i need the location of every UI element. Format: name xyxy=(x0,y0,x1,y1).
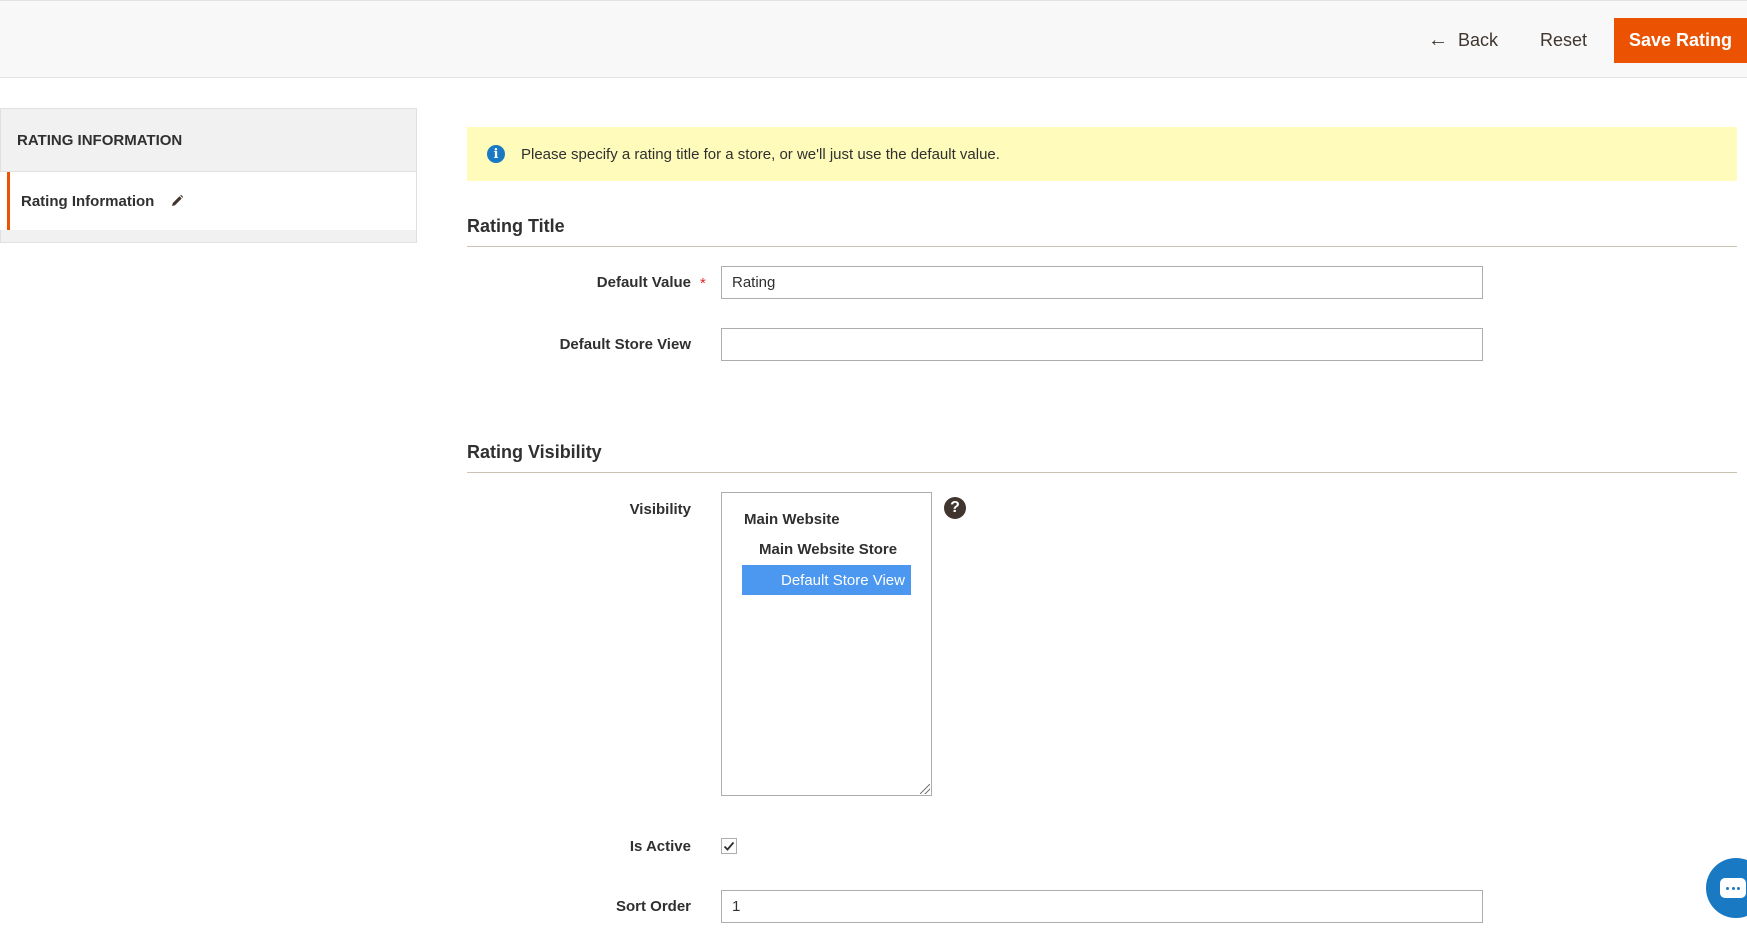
info-notice: i Please specify a rating title for a st… xyxy=(467,127,1737,181)
info-icon: i xyxy=(487,145,505,163)
sidebar-item-rating-information[interactable]: Rating Information xyxy=(7,172,417,230)
chat-icon[interactable] xyxy=(1706,858,1747,918)
back-button-label: Back xyxy=(1458,29,1499,50)
checkmark-icon xyxy=(723,841,735,851)
notice-text: Please specify a rating title for a stor… xyxy=(521,145,1000,163)
sidebar-item-label: Rating Information xyxy=(21,192,155,210)
back-button[interactable]: ← Back xyxy=(1420,21,1506,59)
visibility-multiselect[interactable]: Main Website Main Website Store Default … xyxy=(721,492,932,796)
optgroup-main-website: Main Website xyxy=(744,511,840,528)
section-title-rating-title: Rating Title xyxy=(467,216,1737,247)
visibility-label: Visibility xyxy=(629,501,691,518)
default-store-view-input[interactable] xyxy=(721,328,1483,361)
question-icon[interactable]: ? xyxy=(944,497,966,519)
default-value-input[interactable] xyxy=(721,266,1483,299)
is-active-checkbox[interactable] xyxy=(721,838,737,854)
sidebar-heading: RATING INFORMATION xyxy=(0,108,417,172)
sidebar-tabs: RATING INFORMATION Rating Information xyxy=(0,108,417,243)
is-active-label: Is Active xyxy=(629,838,691,855)
pencil-icon xyxy=(170,194,184,208)
option-default-store-view[interactable]: Default Store View xyxy=(742,565,911,595)
section-title-rating-visibility: Rating Visibility xyxy=(467,442,1737,473)
arrow-left-icon: ← xyxy=(1428,29,1448,51)
default-value-label: Default Value xyxy=(596,274,691,291)
reset-button[interactable]: Reset xyxy=(1532,21,1595,59)
required-star: * xyxy=(700,275,706,292)
sort-order-label: Sort Order xyxy=(615,898,691,915)
save-rating-button[interactable]: Save Rating xyxy=(1614,18,1747,63)
sidebar-footer xyxy=(0,230,417,243)
page-actions-toolbar: ← Back Reset Save Rating xyxy=(0,0,1747,78)
resize-grip-icon[interactable] xyxy=(920,784,930,794)
optgroup-main-website-store: Main Website Store xyxy=(759,541,898,558)
sort-order-input[interactable] xyxy=(721,890,1483,923)
default-store-view-label: Default Store View xyxy=(559,336,691,353)
